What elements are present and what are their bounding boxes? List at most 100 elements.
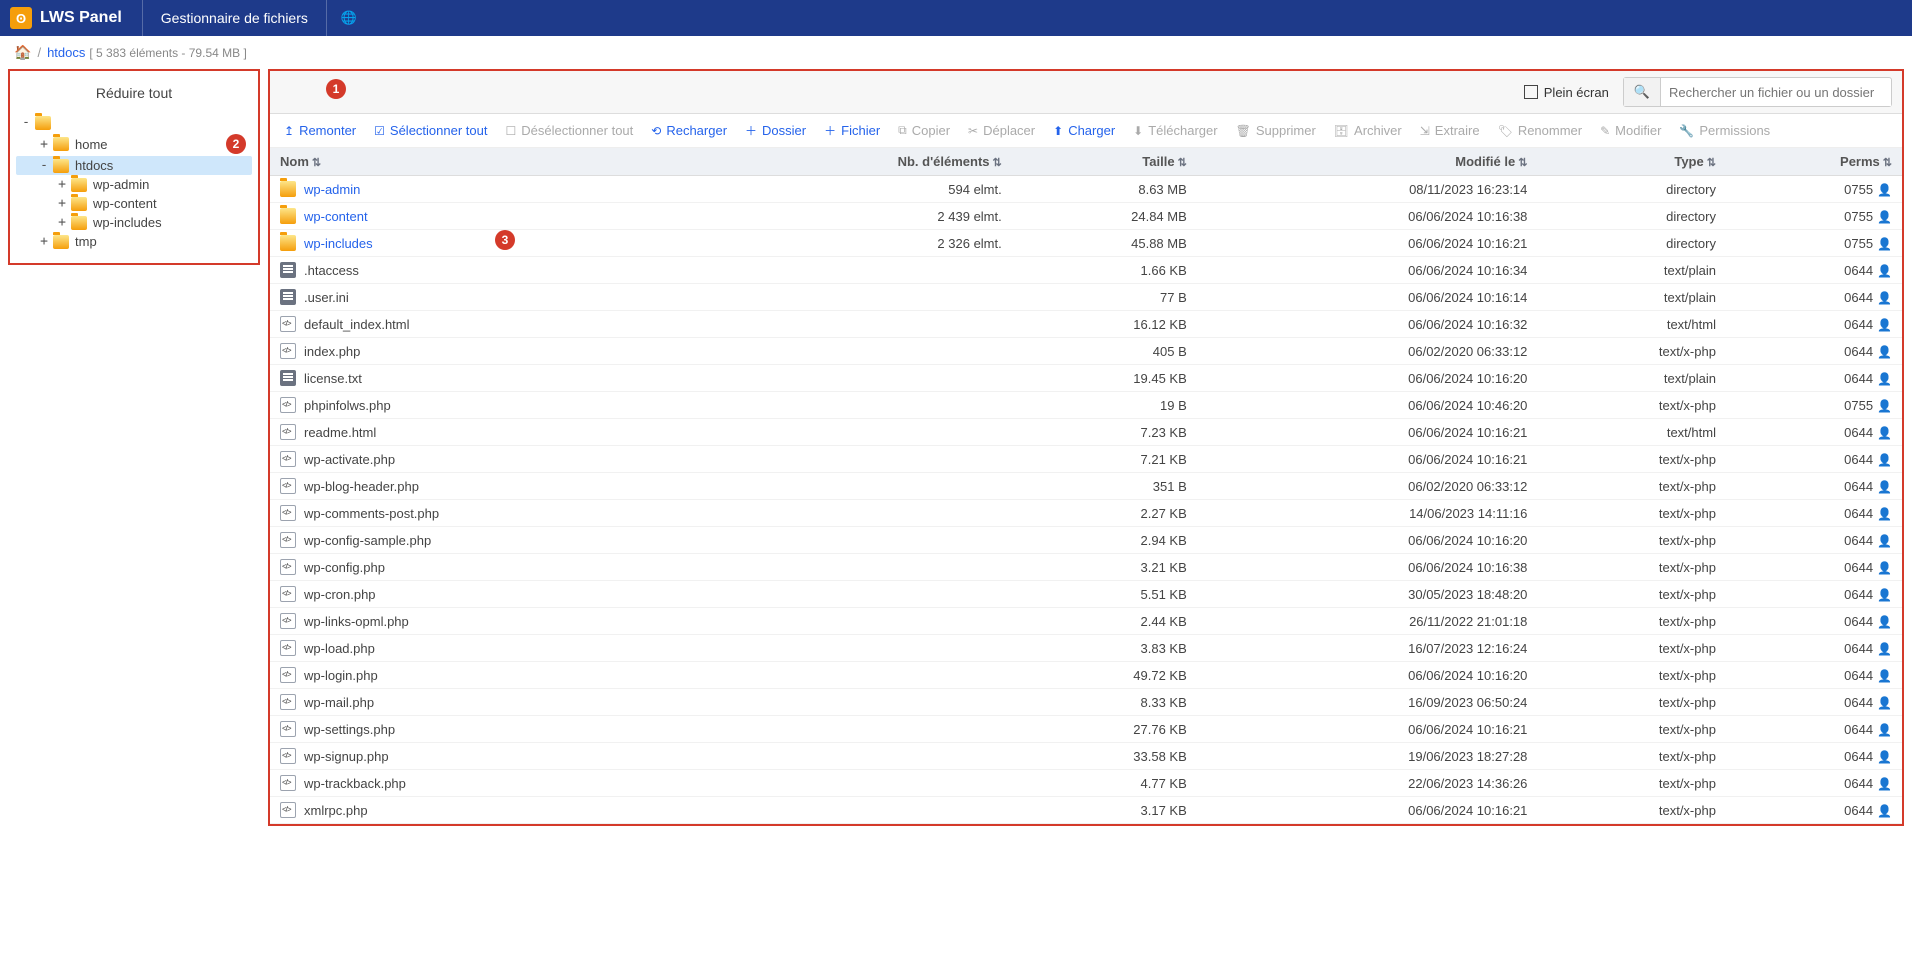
tree-item[interactable]: -htdocs: [16, 156, 252, 175]
tree-item[interactable]: +tmp: [16, 232, 252, 251]
permissions-button[interactable]: 🔧Permissions: [1671, 119, 1778, 142]
table-row[interactable]: default_index.html16.12 KB06/06/2024 10:…: [270, 311, 1902, 338]
col-items[interactable]: Nb. d'éléments⇅: [708, 148, 1012, 176]
cell-type: text/x-php: [1537, 662, 1726, 689]
file-icon: [280, 748, 296, 764]
tree-expand-icon[interactable]: -: [38, 158, 50, 173]
file-name: .user.ini: [304, 290, 349, 305]
file-icon: [280, 478, 296, 494]
download-button[interactable]: ⬇Télécharger: [1125, 119, 1225, 142]
table-row[interactable]: license.txt19.45 KB06/06/2024 10:16:20te…: [270, 365, 1902, 392]
table-row[interactable]: wp-trackback.php4.77 KB22/06/2023 14:36:…: [270, 770, 1902, 797]
collapse-all-button[interactable]: Réduire tout: [16, 77, 252, 113]
table-row[interactable]: index.php405 B06/02/2020 06:33:12text/x-…: [270, 338, 1902, 365]
col-name[interactable]: Nom⇅: [270, 148, 708, 176]
table-row[interactable]: wp-activate.php7.21 KB06/06/2024 10:16:2…: [270, 446, 1902, 473]
cell-perms: 0644👤: [1726, 257, 1902, 284]
file-name: phpinfolws.php: [304, 398, 391, 413]
search-icon[interactable]: 🔍: [1624, 78, 1661, 106]
table-row[interactable]: wp-config.php3.21 KB06/06/2024 10:16:38t…: [270, 554, 1902, 581]
archive-button[interactable]: 🗄Archiver: [1326, 119, 1410, 142]
cell-perms: 0755👤: [1726, 203, 1902, 230]
cell-type: text/x-php: [1537, 770, 1726, 797]
tree-item[interactable]: + wp-admin: [16, 175, 252, 194]
cell-perms: 0755👤: [1726, 392, 1902, 419]
deselect-all-button[interactable]: ☐Désélectionner tout: [497, 119, 641, 142]
breadcrumb-current[interactable]: htdocs: [47, 45, 85, 60]
table-row[interactable]: phpinfolws.php19 B06/06/2024 10:46:20tex…: [270, 392, 1902, 419]
move-button[interactable]: ✂Déplacer: [960, 119, 1043, 142]
table-row[interactable]: wp-comments-post.php2.27 KB14/06/2023 14…: [270, 500, 1902, 527]
reload-button[interactable]: ⟲Recharger: [643, 119, 735, 142]
cell-size: 49.72 KB: [1012, 662, 1197, 689]
tree-item[interactable]: +wp-includes: [16, 213, 252, 232]
delete-button[interactable]: 🗑Supprimer: [1228, 119, 1324, 142]
tree-item[interactable]: +wp-content: [16, 194, 252, 213]
table-row[interactable]: xmlrpc.php3.17 KB06/06/2024 10:16:21text…: [270, 797, 1902, 824]
file-icon: [280, 559, 296, 575]
tree-item[interactable]: +home2: [16, 132, 252, 156]
upload-button[interactable]: ⬆Charger: [1045, 119, 1123, 142]
table-row[interactable]: wp-signup.php33.58 KB19/06/2023 18:27:28…: [270, 743, 1902, 770]
cell-perms: 0644👤: [1726, 797, 1902, 824]
extract-button[interactable]: ⇲Extraire: [1412, 119, 1488, 142]
table-row[interactable]: wp-cron.php5.51 KB30/05/2023 18:48:20tex…: [270, 581, 1902, 608]
table-row[interactable]: wp-content2 439 elmt.24.84 MB06/06/2024 …: [270, 203, 1902, 230]
tree-expand-icon[interactable]: +: [56, 215, 68, 230]
cell-size: 27.76 KB: [1012, 716, 1197, 743]
cell-perms: 0644👤: [1726, 311, 1902, 338]
table-row[interactable]: wp-load.php3.83 KB16/07/2023 12:16:24tex…: [270, 635, 1902, 662]
edit-button[interactable]: ✎Modifier: [1592, 119, 1669, 142]
cell-items: [708, 365, 1012, 392]
new-file-button[interactable]: ＋Fichier: [816, 118, 888, 143]
up-button[interactable]: ↥Remonter: [276, 119, 364, 142]
table-row[interactable]: .user.ini77 B06/06/2024 10:16:14text/pla…: [270, 284, 1902, 311]
extract-icon: ⇲: [1420, 124, 1430, 138]
globe-icon[interactable]: 🌐: [341, 10, 357, 26]
file-icon: [280, 640, 296, 656]
table-row[interactable]: .htaccess1.66 KB06/06/2024 10:16:34text/…: [270, 257, 1902, 284]
copy-button[interactable]: ⧉Copier: [890, 119, 958, 142]
tree-item[interactable]: -: [16, 113, 252, 132]
file-link[interactable]: wp-content: [304, 209, 368, 224]
breadcrumb: 🏠 / htdocs [ 5 383 éléments - 79.54 MB ]: [0, 36, 1912, 69]
col-perms[interactable]: Perms⇅: [1726, 148, 1902, 176]
fullscreen-button[interactable]: Plein écran: [1524, 85, 1609, 100]
file-link[interactable]: wp-includes: [304, 236, 373, 251]
tree-expand-icon[interactable]: +: [56, 177, 68, 192]
tree-label: wp-admin: [93, 177, 149, 192]
user-icon: 👤: [1877, 642, 1892, 656]
file-link[interactable]: wp-admin: [304, 182, 360, 197]
tree-expand-icon[interactable]: +: [38, 137, 50, 152]
table-row[interactable]: wp-mail.php8.33 KB16/09/2023 06:50:24tex…: [270, 689, 1902, 716]
tag-icon: 🏷: [1498, 124, 1513, 138]
table-row[interactable]: wp-settings.php27.76 KB06/06/2024 10:16:…: [270, 716, 1902, 743]
col-type[interactable]: Type⇅: [1537, 148, 1726, 176]
rename-button[interactable]: 🏷Renommer: [1490, 119, 1591, 142]
cell-modified: 08/11/2023 16:23:14: [1197, 176, 1538, 203]
table-row[interactable]: wp-config-sample.php2.94 KB06/06/2024 10…: [270, 527, 1902, 554]
col-size[interactable]: Taille⇅: [1012, 148, 1197, 176]
cell-perms: 0644👤: [1726, 581, 1902, 608]
table-row[interactable]: wp-includes2 326 elmt.45.88 MB06/06/2024…: [270, 230, 1902, 257]
table-row[interactable]: readme.html7.23 KB06/06/2024 10:16:21tex…: [270, 419, 1902, 446]
new-folder-button[interactable]: ＋Dossier: [737, 118, 814, 143]
col-modified[interactable]: Modifié le⇅: [1197, 148, 1538, 176]
select-all-button[interactable]: ☑Sélectionner tout: [366, 119, 495, 142]
table-row[interactable]: wp-links-opml.php2.44 KB26/11/2022 21:01…: [270, 608, 1902, 635]
cell-perms: 0644👤: [1726, 770, 1902, 797]
cell-size: 3.83 KB: [1012, 635, 1197, 662]
home-icon[interactable]: 🏠: [14, 44, 31, 61]
search-input[interactable]: [1661, 79, 1891, 106]
tree-expand-icon[interactable]: -: [20, 115, 32, 130]
table-row[interactable]: wp-blog-header.php351 B06/02/2020 06:33:…: [270, 473, 1902, 500]
table-row[interactable]: wp-login.php49.72 KB06/06/2024 10:16:20t…: [270, 662, 1902, 689]
copy-icon: ⧉: [898, 123, 907, 138]
tree-expand-icon[interactable]: +: [56, 196, 68, 211]
table-row[interactable]: wp-admin594 elmt.8.63 MB08/11/2023 16:23…: [270, 176, 1902, 203]
tree-expand-icon[interactable]: +: [38, 234, 50, 249]
cell-type: text/x-php: [1537, 392, 1726, 419]
cell-items: [708, 419, 1012, 446]
cell-perms: 0644👤: [1726, 446, 1902, 473]
cell-size: 5.51 KB: [1012, 581, 1197, 608]
